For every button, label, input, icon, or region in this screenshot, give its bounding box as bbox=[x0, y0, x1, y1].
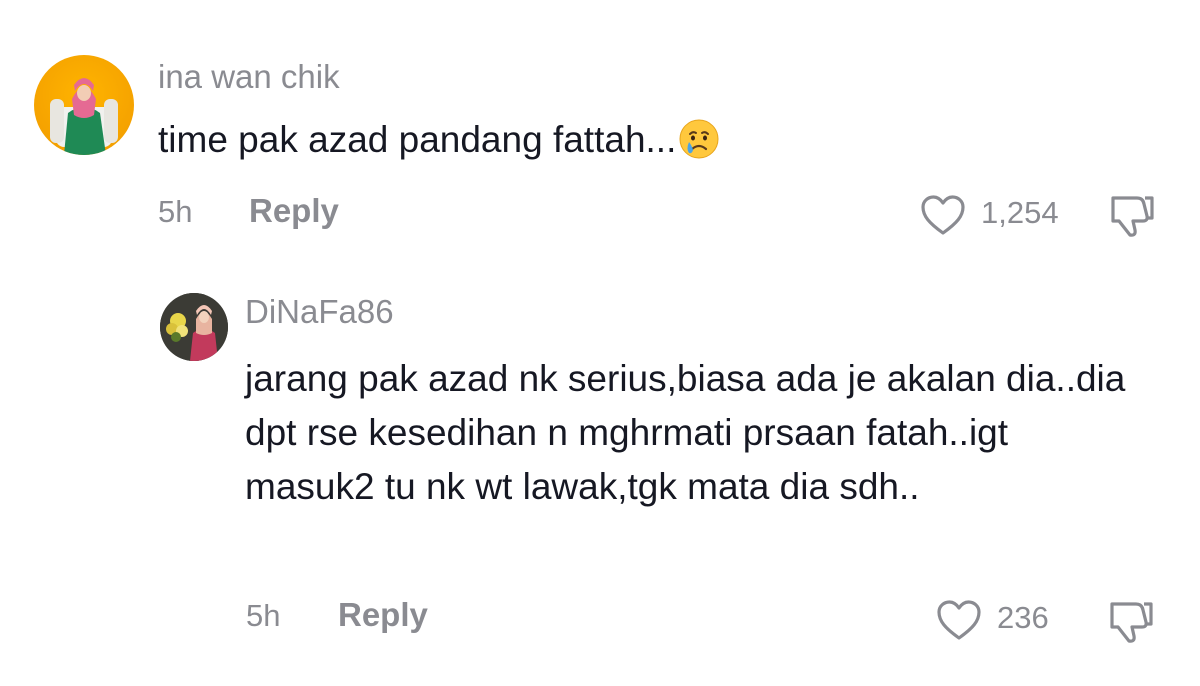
comment-username[interactable]: ina wan chik bbox=[158, 58, 340, 96]
avatar-image bbox=[50, 78, 118, 155]
comment-timestamp: 5h bbox=[158, 194, 193, 229]
like-count: 1,254 bbox=[981, 195, 1059, 230]
comment-text: jarang pak azad nk serius,biasa ada je a… bbox=[245, 358, 1126, 507]
comment-username[interactable]: DiNaFa86 bbox=[245, 293, 394, 331]
crying-face-icon bbox=[678, 118, 720, 175]
thumbs-down-outline-icon[interactable] bbox=[1106, 596, 1156, 649]
reply-button[interactable]: Reply bbox=[338, 596, 428, 634]
avatar-image bbox=[160, 293, 228, 361]
heart-outline-icon[interactable] bbox=[935, 598, 983, 647]
comment-text-content: time pak azad pandang fattah... bbox=[158, 119, 677, 160]
avatar[interactable] bbox=[34, 55, 134, 155]
comment-timestamp: 5h bbox=[246, 598, 281, 633]
avatar[interactable] bbox=[160, 293, 228, 361]
like-count: 236 bbox=[997, 600, 1049, 635]
thumbs-down-outline-icon[interactable] bbox=[1107, 190, 1157, 243]
reply-button[interactable]: Reply bbox=[249, 192, 339, 230]
comment-text: time pak azad pandang fattah... bbox=[158, 113, 720, 175]
heart-outline-icon[interactable] bbox=[919, 193, 967, 242]
